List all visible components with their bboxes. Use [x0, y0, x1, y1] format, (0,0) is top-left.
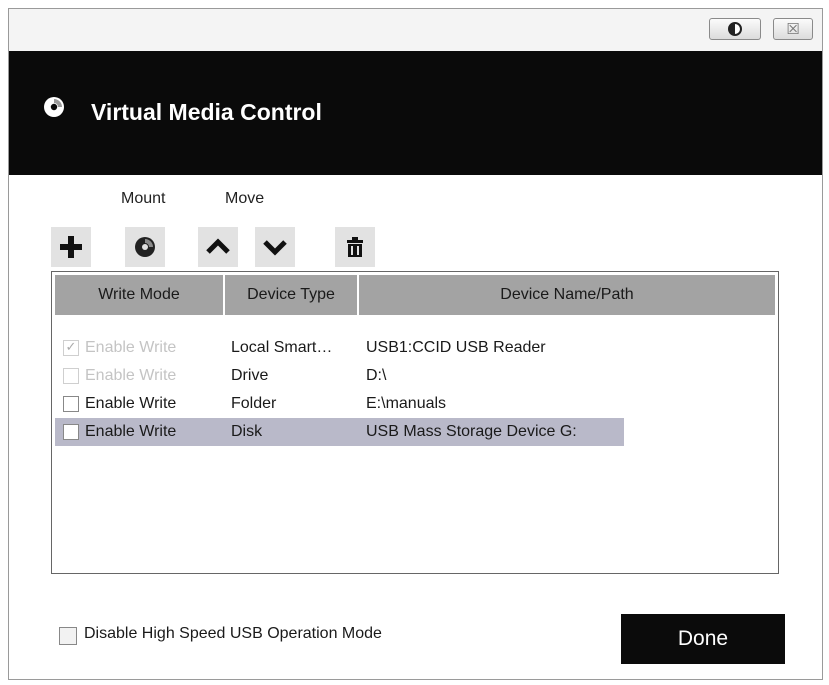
done-button[interactable]: Done [621, 614, 785, 664]
enable-write-checkbox[interactable] [63, 396, 79, 412]
move-up-button[interactable] [198, 227, 238, 267]
disable-high-speed-usb-checkbox[interactable] [59, 627, 77, 645]
device-path-cell: E:\manuals [366, 395, 447, 412]
enable-write-checkbox [63, 368, 79, 384]
column-header-write-mode[interactable]: Write Mode [55, 275, 223, 315]
move-up-icon [206, 238, 230, 254]
enable-write-label[interactable]: Enable Write [85, 418, 225, 446]
mount-disc-icon [135, 237, 155, 257]
table-row-selected[interactable]: Enable Write Disk USB Mass Storage Devic… [55, 418, 775, 446]
device-type-cell: Folder [231, 395, 277, 412]
table-row[interactable]: ✓ Enable Write Local Smart… USB1:CCID US… [55, 334, 775, 362]
contrast-icon [728, 22, 742, 36]
device-type-cell: Drive [231, 367, 269, 384]
device-type-cell: Disk [231, 423, 263, 440]
disc-icon [44, 97, 64, 117]
device-path-cell: USB Mass Storage Device G: [366, 423, 577, 440]
device-path-cell: USB1:CCID USB Reader [366, 339, 546, 356]
enable-write-label: Enable Write [85, 367, 177, 384]
move-group-label: Move [225, 190, 265, 207]
add-icon [60, 236, 82, 258]
list-header: Write Mode Device Type Device Name/Path [55, 275, 775, 315]
table-row[interactable]: Enable Write Folder E:\manuals [55, 390, 775, 418]
column-header-device-path[interactable]: Device Name/Path [357, 275, 775, 315]
mount-group-label: Mount [121, 190, 166, 207]
enable-write-label[interactable]: Enable Write [85, 390, 225, 418]
move-down-button[interactable] [255, 227, 295, 267]
title-bar: ☒ [9, 9, 822, 51]
device-list[interactable]: Write Mode Device Type Device Name/Path … [51, 271, 779, 574]
enable-write-checkbox[interactable] [63, 424, 79, 440]
column-header-device-type[interactable]: Device Type [223, 275, 357, 315]
table-row[interactable]: Enable Write Drive D:\ [55, 362, 775, 390]
add-button[interactable] [51, 227, 91, 267]
trash-icon [347, 237, 363, 257]
enable-write-label: Enable Write [85, 339, 177, 356]
disable-high-speed-usb-label[interactable]: Disable High Speed USB Operation Mode [84, 625, 382, 643]
header-banner: Virtual Media Control [9, 51, 822, 175]
enable-write-checkbox: ✓ [63, 340, 79, 356]
virtual-media-window: ☒ Virtual Media Control Mount Move Write… [8, 8, 823, 680]
close-button[interactable]: ☒ [773, 18, 813, 40]
delete-button[interactable] [335, 227, 375, 267]
device-path-cell: D:\ [366, 367, 387, 384]
mount-button[interactable] [125, 227, 165, 267]
window-title: Virtual Media Control [91, 99, 322, 125]
device-type-cell: Local Smart… [231, 339, 333, 356]
move-down-icon [263, 240, 287, 256]
close-icon: ☒ [786, 20, 800, 38]
theme-toggle-button[interactable] [709, 18, 761, 40]
